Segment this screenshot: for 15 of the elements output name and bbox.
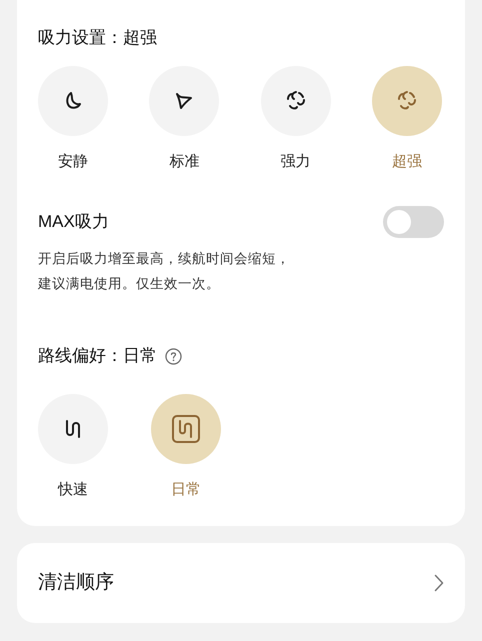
mode-label: 安静 <box>58 152 88 172</box>
setting-description: 开启后吸力增至最高，续航时间会缩短，建议满电使用。仅生效一次。 <box>38 250 290 293</box>
chevron-right-icon <box>434 574 444 592</box>
section-title: 路线偏好：日常 <box>38 345 157 367</box>
mode-label: 超强 <box>392 152 422 172</box>
help-icon[interactable] <box>165 348 182 364</box>
mode-label: 强力 <box>280 152 311 172</box>
setting-label: MAX吸力 <box>38 211 109 233</box>
mode-label: 标准 <box>169 152 200 172</box>
mode-label: 快速 <box>58 480 88 500</box>
toggle-switch[interactable] <box>383 206 444 238</box>
cleaning-order-row[interactable]: 清洁顺序 <box>17 543 465 623</box>
mode-label: 日常 <box>171 480 201 500</box>
section-title: 吸力设置：超强 <box>38 27 158 49</box>
route-icon <box>171 414 201 444</box>
